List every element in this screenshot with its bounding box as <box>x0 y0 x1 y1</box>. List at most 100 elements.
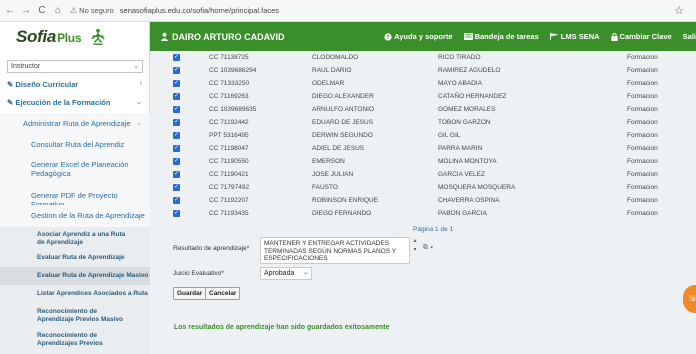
cell-lastname: GIL GIL <box>438 132 461 139</box>
learning-result-field[interactable]: MANTENER Y ENTREGAR ACTIVIDADES TERMINAD… <box>260 237 410 264</box>
cell-state: Formacion <box>627 158 658 165</box>
row-checkbox[interactable]: ✓ <box>173 145 180 152</box>
cell-state: Formacion <box>627 197 658 204</box>
table-row: ✓ CC 71138725 CLODOMALDO RICO TIRADO For… <box>173 53 693 64</box>
cell-name: DIEGO ALEXANDER <box>312 93 374 100</box>
role-select[interactable]: Instructor ⌄ <box>7 60 143 73</box>
cell-lastname: GOMEZ MORALES <box>438 106 496 113</box>
home-icon[interactable]: ⌂ <box>52 5 64 17</box>
result-scroll-control[interactable]: ▴ ▾ <box>411 237 419 264</box>
cancel-button[interactable]: Cancelar <box>205 287 241 300</box>
cell-document: CC 71333250 <box>209 80 250 87</box>
row-checkbox[interactable]: ✓ <box>173 106 180 113</box>
row-checkbox[interactable]: ✓ <box>173 197 180 204</box>
judgement-select[interactable]: Aprobada ⌄ <box>260 267 312 280</box>
sidebar-item-administrar-ruta[interactable]: Administrar Ruta de Aprendizaje ⌄ <box>0 113 150 133</box>
sidebar-item-label: Reconocimiento de Aprendizajes Previos <box>37 332 103 347</box>
sidebar-item-label: Administrar Ruta de Aprendizaje <box>23 119 131 128</box>
table-row: ✓ CC 71193435 DIEGO FERNANDO PABON GARCI… <box>173 209 693 220</box>
sidebar-item-label: Asociar Aprendiz a una Ruta de Aprendiza… <box>37 231 126 246</box>
sidebar-item-ejecucion-formacion[interactable]: ✎ Ejecución de la Formación ⌄ <box>0 98 150 109</box>
forward-icon[interactable]: → <box>20 5 32 17</box>
change-password-link[interactable]: Cambiar Clave <box>610 32 672 41</box>
sidebar-item-evaluar-ruta-masivo[interactable]: Evaluar Ruta de Aprendizaje Masivo <box>0 267 150 285</box>
sidebar-item-label: Evaluar Ruta de Aprendizaje Masivo <box>37 272 149 279</box>
reload-icon[interactable]: C <box>36 5 48 17</box>
cell-lastname: CHAVERRA OSPINA <box>438 197 500 204</box>
svg-text:?: ? <box>386 35 390 41</box>
sena-logo-icon <box>91 28 105 45</box>
sidebar-item-diseno-curricular[interactable]: ✎ Diseño Curricular ‹ <box>0 80 150 91</box>
row-checkbox[interactable]: ✓ <box>173 171 180 178</box>
sidebar-item-reconocimiento[interactable]: Reconocimiento de Aprendizajes Previos <box>0 327 150 354</box>
sidebar-item-reconocimiento-masivo[interactable]: Reconocimiento de Aprendizaje Previos Ma… <box>0 303 150 327</box>
cell-name: FAUSTO <box>312 184 338 191</box>
row-checkbox[interactable]: ✓ <box>173 54 180 61</box>
sidebar-item-generar-excel[interactable]: Generar Excel de Planeación Pedagógica <box>0 155 150 185</box>
insecure-label: No seguro <box>79 6 114 15</box>
flag-icon <box>549 33 559 40</box>
row-checkbox[interactable]: ✓ <box>173 210 180 217</box>
sidebar-item-gestion-ruta[interactable]: Gestion de la Ruta de Aprendizaje ⌄ <box>0 205 150 227</box>
cell-state: Formacion <box>627 184 658 191</box>
row-checkbox[interactable]: ✓ <box>173 132 180 139</box>
header-links: ? Ayuda y soporte Bandeja de tareas LMS … <box>384 22 696 51</box>
chevron-down-icon: ⌄ <box>136 120 142 127</box>
sidebar-item-label: Gestion de la Ruta de Aprendizaje <box>31 211 145 220</box>
row-checkbox[interactable]: ✓ <box>173 93 180 100</box>
cell-document: CC 71192442 <box>209 119 249 126</box>
cell-lastname: PABON GARCIA <box>438 210 488 217</box>
row-checkbox[interactable]: ✓ <box>173 119 180 126</box>
row-checkbox[interactable]: ✓ <box>173 184 180 191</box>
save-button[interactable]: Guardar <box>173 287 207 300</box>
logout-label: Sali <box>682 32 696 41</box>
logout-link[interactable]: Sali <box>683 32 696 41</box>
role-select-value: Instructor <box>11 63 41 70</box>
cell-lastname: GARCIA VELEZ <box>438 171 485 178</box>
table-row: ✓ CC 71192442 EDUARD DE JESUS TOBON GARZ… <box>173 118 693 129</box>
cell-document: CC 1039689635 <box>209 106 257 113</box>
judgement-select-value: Aprobada <box>264 270 295 277</box>
sidebar: Instructor ⌄ ✎ Diseño Curricular ‹ ✎ Eje… <box>0 51 150 354</box>
cell-state: Formacion <box>627 93 658 100</box>
row-checkbox[interactable]: ✓ <box>173 67 180 74</box>
bookmark-star-icon[interactable]: ☆ <box>674 4 684 17</box>
sidebar-item-evaluar-ruta[interactable]: Evaluar Ruta de Aprendizaje <box>0 249 150 267</box>
change-password-label: Cambiar Clave <box>619 32 672 41</box>
cell-lastname: MAYO ABADIA <box>438 80 482 87</box>
table-row: ✓ CC 71190550 EMERSON MOLINA MONTOYA For… <box>173 157 693 168</box>
insecure-indicator[interactable]: ⚠ No seguro <box>70 6 114 15</box>
lock-icon <box>610 32 618 41</box>
sofiaplus-logo[interactable]: SofiaPlus <box>0 22 150 51</box>
copy-icon[interactable]: ⧉ <box>423 244 428 251</box>
cell-state: Formacion <box>627 106 658 113</box>
attach-icon[interactable]: ◂ <box>430 244 433 251</box>
lms-label: LMS SENA <box>560 32 600 41</box>
url-text[interactable]: senasofiaplus.edu.co/sofia/home/principa… <box>120 6 279 15</box>
cell-state: Formacion <box>627 54 658 61</box>
sidebar-item-asociar-aprendiz[interactable]: Asociar Aprendiz a una Ruta de Aprendiza… <box>0 227 150 249</box>
cell-lastname: PARRA MARIN <box>438 145 483 152</box>
back-icon[interactable]: ← <box>4 5 16 17</box>
sidebar-item-consultar-ruta[interactable]: Consultar Ruta del Aprendiz <box>0 133 150 155</box>
result-label: Resultado de aprendizaje* <box>173 245 250 252</box>
help-support-link[interactable]: ? Ayuda y soporte <box>384 32 453 41</box>
table-row: ✓ CC 1039689635 ARNULFO ANTONIO GOMEZ MO… <box>173 105 693 116</box>
table-row: ✓ CC 71797492 FAUSTO MOSQUERA MOSQUERA F… <box>173 183 693 194</box>
sidebar-item-generar-pdf[interactable]: Generar PDF de Proyecto Formativo <box>0 185 150 209</box>
cell-state: Formacion <box>627 145 658 152</box>
address-bar[interactable]: ⚠ No seguro senasofiaplus.edu.co/sofia/h… <box>70 6 279 15</box>
sidebar-item-label: Reconocimiento de Aprendizaje Previos Ma… <box>37 308 123 323</box>
row-checkbox[interactable]: ✓ <box>173 158 180 165</box>
cell-lastname: CATAÑO HERNANDEZ <box>438 93 507 100</box>
task-tray-link[interactable]: Bandeja de tareas <box>463 32 539 41</box>
sidebar-item-label: Diseño Curricular <box>15 80 79 89</box>
lms-sena-link[interactable]: LMS SENA <box>549 32 600 41</box>
success-message: Los resultados de aprendizaje han sido g… <box>174 324 390 331</box>
help-icon: ? <box>384 32 392 41</box>
row-checkbox[interactable]: ✓ <box>173 80 180 87</box>
tray-label: Bandeja de tareas <box>474 32 539 41</box>
user-name: DAIRO ARTURO CADAVID <box>160 32 285 42</box>
chat-support-icon[interactable]: ☏ <box>683 285 696 313</box>
sidebar-item-listar-aprendices[interactable]: Listar Aprendices Asociados a Ruta <box>0 285 150 303</box>
